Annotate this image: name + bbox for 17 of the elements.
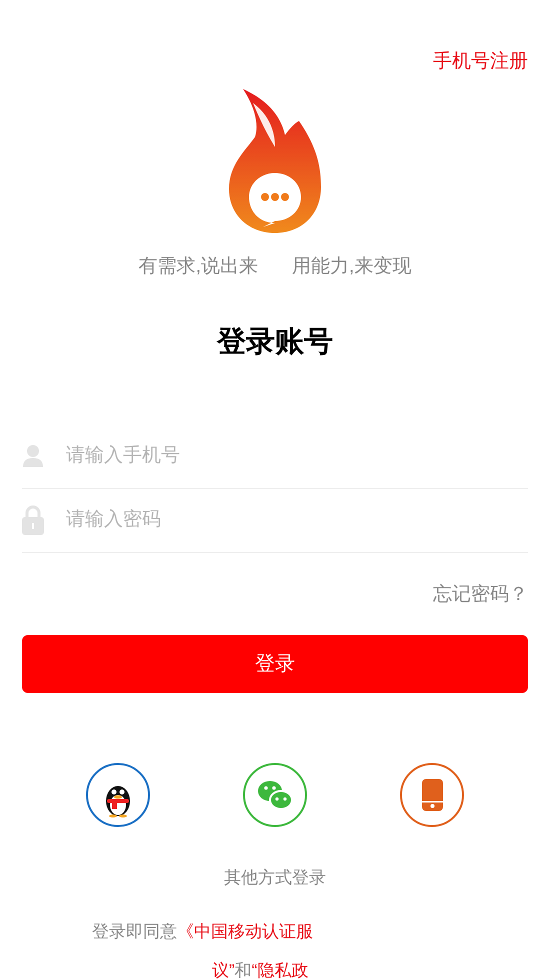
agreement-link[interactable]: 《中国移动认证服 <box>177 918 313 944</box>
other-login-text: 其他方式登录 <box>223 867 327 889</box>
agreement-link[interactable]: “隐私政 <box>252 958 308 979</box>
person-icon <box>22 444 44 468</box>
slogan-text: 用能力,来变现 <box>292 254 412 278</box>
login-button[interactable]: 登录 <box>22 635 528 693</box>
agreement-text: 和 <box>234 960 252 979</box>
lock-icon <box>22 505 44 535</box>
forgot-password-link[interactable]: 忘记密码？ <box>433 580 528 609</box>
agreement-text: 登录即同意 <box>92 920 177 942</box>
slogan-text: 有需求,说出来 <box>138 254 258 278</box>
register-link[interactable]: 手机号注册 <box>433 48 528 76</box>
agreement-link[interactable]: 议” <box>212 958 235 979</box>
page-title: 登录账号 <box>216 325 334 360</box>
phone-field[interactable]: 请输入手机号 <box>66 442 528 470</box>
password-field[interactable]: 请输入密码 <box>66 506 528 534</box>
social-login-button[interactable] <box>86 763 150 827</box>
